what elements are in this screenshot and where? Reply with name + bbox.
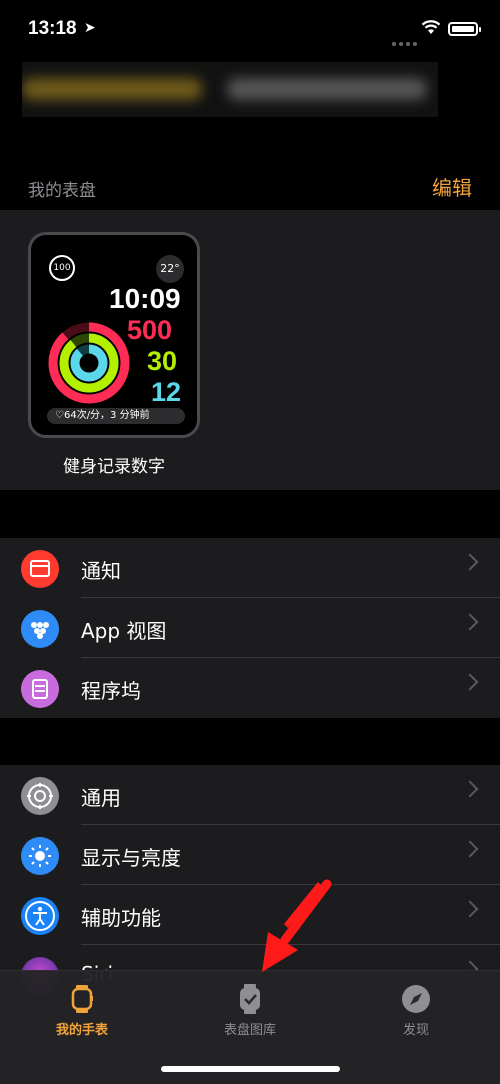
app-view-icon bbox=[21, 610, 59, 648]
settings-label: 辅助功能 bbox=[81, 906, 161, 930]
settings-group-2: 通用 显示与亮度 辅助功能 Siri bbox=[0, 765, 500, 1005]
activity-rings-icon bbox=[48, 322, 130, 404]
home-indicator bbox=[161, 1066, 340, 1072]
chevron-right-icon bbox=[461, 613, 479, 631]
wifi-icon bbox=[421, 20, 441, 34]
move-value: 500 bbox=[127, 315, 173, 345]
battery-icon bbox=[448, 22, 481, 36]
brightness-icon bbox=[21, 837, 59, 875]
face-time: 10:09 bbox=[109, 283, 181, 314]
face-name: 健身记录数字 bbox=[63, 457, 165, 477]
complication-ring: 100 bbox=[49, 255, 75, 281]
settings-label: 通知 bbox=[81, 559, 121, 583]
tab-label: 我的手表 bbox=[55, 1023, 108, 1038]
status-bar: 13:18 ➤ bbox=[0, 0, 500, 60]
settings-row-general[interactable]: 通用 bbox=[0, 765, 500, 825]
settings-row-app-view[interactable]: App 视图 bbox=[0, 598, 500, 658]
edit-button[interactable]: 编辑 bbox=[432, 172, 472, 201]
status-time: 13:18 bbox=[28, 18, 77, 39]
notifications-icon bbox=[21, 550, 59, 588]
chevron-right-icon bbox=[461, 553, 479, 571]
signal-dots-icon bbox=[392, 31, 420, 50]
temperature-complication: 22° bbox=[156, 255, 184, 283]
heart-rate-complication: ♡64次/分，3 分钟前 bbox=[47, 408, 185, 424]
my-faces-header: 我的表盘 编辑 bbox=[0, 170, 500, 208]
settings-label: 程序坞 bbox=[81, 679, 141, 703]
watch-face-preview[interactable]: 100 22° 10:09 500 30 12 ♡64次/分，3 分钟前 bbox=[28, 232, 200, 438]
section-title-my-faces: 我的表盘 bbox=[28, 181, 96, 201]
settings-label: App 视图 bbox=[81, 619, 167, 643]
tab-label: 发现 bbox=[402, 1023, 429, 1038]
settings-row-notifications[interactable]: 通知 bbox=[0, 538, 500, 598]
stand-value: 12 bbox=[151, 377, 182, 407]
chevron-right-icon bbox=[461, 673, 479, 691]
face-gallery-icon bbox=[240, 984, 260, 1014]
exercise-value: 30 bbox=[147, 346, 178, 376]
settings-row-display[interactable]: 显示与亮度 bbox=[0, 825, 500, 885]
settings-row-accessibility[interactable]: 辅助功能 bbox=[0, 885, 500, 945]
gear-icon bbox=[21, 777, 59, 815]
blurred-watch-name bbox=[22, 62, 438, 117]
settings-label: 显示与亮度 bbox=[81, 846, 181, 870]
chevron-right-icon bbox=[461, 780, 479, 798]
settings-group-1: 通知 App 视图 程序坞 bbox=[0, 538, 500, 718]
settings-label: 通用 bbox=[81, 786, 121, 810]
chevron-right-icon bbox=[461, 900, 479, 918]
tab-discover[interactable]: 发现 bbox=[356, 971, 476, 1051]
my-watch-icon bbox=[71, 985, 93, 1013]
settings-row-dock[interactable]: 程序坞 bbox=[0, 658, 500, 718]
tab-my-watch[interactable]: 我的手表 bbox=[22, 971, 142, 1051]
location-arrow-icon: ➤ bbox=[84, 20, 96, 36]
tab-face-gallery[interactable]: 表盘图库 bbox=[190, 971, 310, 1051]
chevron-right-icon bbox=[461, 840, 479, 858]
tab-label: 表盘图库 bbox=[223, 1023, 276, 1038]
my-faces-panel: 100 22° 10:09 500 30 12 ♡64次/分，3 分钟前 健身记… bbox=[0, 210, 500, 490]
dock-icon bbox=[21, 670, 59, 708]
discover-icon bbox=[402, 985, 430, 1013]
accessibility-icon bbox=[21, 897, 59, 935]
